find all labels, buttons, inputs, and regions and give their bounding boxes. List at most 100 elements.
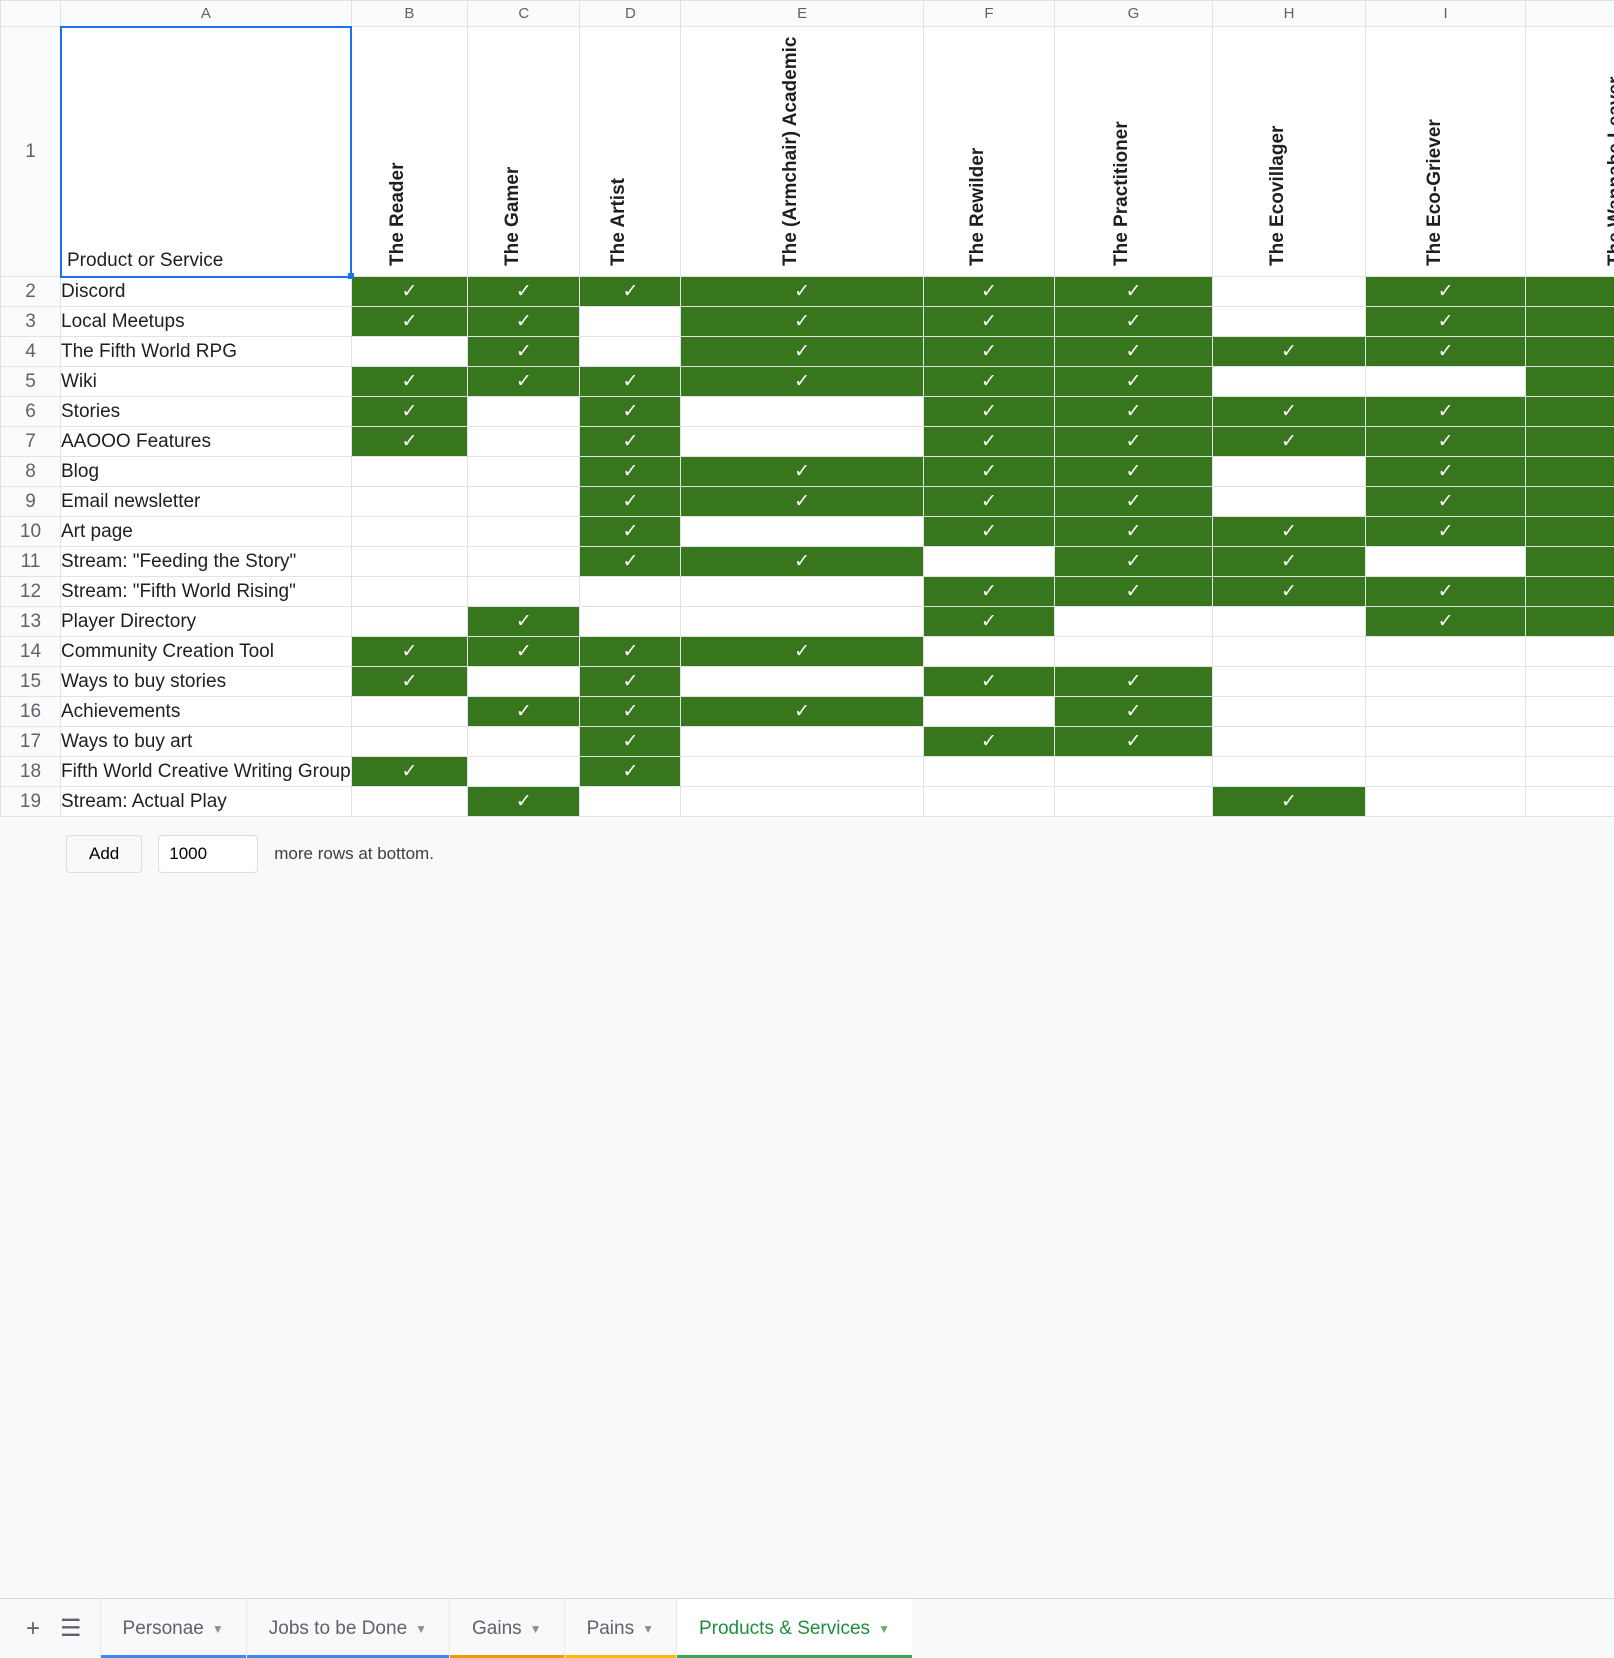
empty-cell[interactable] xyxy=(580,307,681,337)
checkmark-cell[interactable]: ✓ xyxy=(681,637,923,667)
checkmark-cell[interactable]: ✓ xyxy=(1055,577,1213,607)
empty-cell[interactable] xyxy=(681,427,923,457)
row-header-10[interactable]: 10 xyxy=(1,517,61,547)
checkmark-cell[interactable]: ✓ xyxy=(923,607,1054,637)
empty-cell[interactable] xyxy=(468,487,580,517)
empty-cell[interactable] xyxy=(1526,697,1614,727)
checkmark-cell[interactable]: ✓ xyxy=(1366,427,1526,457)
product-label-cell[interactable]: The Fifth World RPG xyxy=(61,337,352,367)
chevron-down-icon[interactable]: ▼ xyxy=(878,1622,890,1636)
empty-cell[interactable] xyxy=(1212,697,1365,727)
row-header-5[interactable]: 5 xyxy=(1,367,61,397)
empty-cell[interactable] xyxy=(923,637,1054,667)
empty-cell[interactable] xyxy=(1055,607,1213,637)
product-label-cell[interactable]: Ways to buy art xyxy=(61,727,352,757)
empty-cell[interactable] xyxy=(1212,727,1365,757)
empty-cell[interactable] xyxy=(1212,307,1365,337)
checkmark-cell[interactable]: ✓ xyxy=(468,307,580,337)
empty-cell[interactable] xyxy=(580,787,681,817)
empty-cell[interactable] xyxy=(468,757,580,787)
empty-cell[interactable] xyxy=(351,577,467,607)
checkmark-cell[interactable]: ✓ xyxy=(1212,427,1365,457)
empty-cell[interactable] xyxy=(1212,757,1365,787)
checkmark-cell[interactable]: ✓ xyxy=(1526,487,1614,517)
checkmark-cell[interactable]: ✓ xyxy=(923,277,1054,307)
empty-cell[interactable] xyxy=(681,727,923,757)
empty-cell[interactable] xyxy=(1366,697,1526,727)
checkmark-cell[interactable]: ✓ xyxy=(351,637,467,667)
row-header-18[interactable]: 18 xyxy=(1,757,61,787)
checkmark-cell[interactable]: ✓ xyxy=(923,727,1054,757)
checkmark-cell[interactable]: ✓ xyxy=(580,697,681,727)
checkmark-cell[interactable]: ✓ xyxy=(468,787,580,817)
checkmark-cell[interactable]: ✓ xyxy=(681,307,923,337)
checkmark-cell[interactable]: ✓ xyxy=(351,427,467,457)
empty-cell[interactable] xyxy=(1526,787,1614,817)
empty-cell[interactable] xyxy=(1212,607,1365,637)
checkmark-cell[interactable]: ✓ xyxy=(1366,517,1526,547)
checkmark-cell[interactable]: ✓ xyxy=(580,637,681,667)
chevron-down-icon[interactable]: ▼ xyxy=(642,1622,654,1636)
checkmark-cell[interactable]: ✓ xyxy=(1526,397,1614,427)
row-header-4[interactable]: 4 xyxy=(1,337,61,367)
checkmark-cell[interactable]: ✓ xyxy=(923,427,1054,457)
checkmark-cell[interactable]: ✓ xyxy=(1366,487,1526,517)
row-header-8[interactable]: 8 xyxy=(1,457,61,487)
sheet-tab-personae[interactable]: Personae▼ xyxy=(100,1599,246,1658)
empty-cell[interactable] xyxy=(351,457,467,487)
checkmark-cell[interactable]: ✓ xyxy=(681,277,923,307)
checkmark-cell[interactable]: ✓ xyxy=(351,757,467,787)
checkmark-cell[interactable]: ✓ xyxy=(681,337,923,367)
checkmark-cell[interactable]: ✓ xyxy=(1526,337,1614,367)
checkmark-cell[interactable]: ✓ xyxy=(923,367,1054,397)
row-header-3[interactable]: 3 xyxy=(1,307,61,337)
empty-cell[interactable] xyxy=(1366,757,1526,787)
persona-header[interactable]: The Wannabe Leaver xyxy=(1526,27,1614,277)
checkmark-cell[interactable]: ✓ xyxy=(580,757,681,787)
checkmark-cell[interactable]: ✓ xyxy=(1526,457,1614,487)
empty-cell[interactable] xyxy=(681,757,923,787)
checkmark-cell[interactable]: ✓ xyxy=(923,397,1054,427)
checkmark-cell[interactable]: ✓ xyxy=(1055,427,1213,457)
empty-cell[interactable] xyxy=(351,547,467,577)
checkmark-cell[interactable]: ✓ xyxy=(681,697,923,727)
persona-header[interactable]: The Practitioner xyxy=(1055,27,1213,277)
empty-cell[interactable] xyxy=(681,397,923,427)
empty-cell[interactable] xyxy=(468,517,580,547)
chevron-down-icon[interactable]: ▼ xyxy=(530,1622,542,1636)
product-label-cell[interactable]: Email newsletter xyxy=(61,487,352,517)
sheet-tab-pains[interactable]: Pains▼ xyxy=(564,1599,676,1658)
checkmark-cell[interactable]: ✓ xyxy=(923,307,1054,337)
sheet-tab-products-services[interactable]: Products & Services▼ xyxy=(676,1599,912,1658)
checkmark-cell[interactable]: ✓ xyxy=(1366,277,1526,307)
product-label-cell[interactable]: Community Creation Tool xyxy=(61,637,352,667)
checkmark-cell[interactable]: ✓ xyxy=(1526,577,1614,607)
empty-cell[interactable] xyxy=(468,397,580,427)
empty-cell[interactable] xyxy=(468,727,580,757)
row-header-1[interactable]: 1 xyxy=(1,27,61,277)
checkmark-cell[interactable]: ✓ xyxy=(468,337,580,367)
empty-cell[interactable] xyxy=(351,607,467,637)
empty-cell[interactable] xyxy=(681,577,923,607)
product-label-cell[interactable]: Wiki xyxy=(61,367,352,397)
row-header-6[interactable]: 6 xyxy=(1,397,61,427)
checkmark-cell[interactable]: ✓ xyxy=(1366,337,1526,367)
persona-header[interactable]: The (Armchair) Academic xyxy=(681,27,923,277)
empty-cell[interactable] xyxy=(468,547,580,577)
empty-cell[interactable] xyxy=(1212,367,1365,397)
checkmark-cell[interactable]: ✓ xyxy=(923,667,1054,697)
checkmark-cell[interactable]: ✓ xyxy=(580,427,681,457)
empty-cell[interactable] xyxy=(1366,787,1526,817)
product-label-cell[interactable]: Ways to buy stories xyxy=(61,667,352,697)
checkmark-cell[interactable]: ✓ xyxy=(1212,787,1365,817)
checkmark-cell[interactable]: ✓ xyxy=(580,547,681,577)
checkmark-cell[interactable]: ✓ xyxy=(1055,277,1213,307)
empty-cell[interactable] xyxy=(923,697,1054,727)
product-label-cell[interactable]: Discord xyxy=(61,277,352,307)
column-header-F[interactable]: F xyxy=(923,1,1054,27)
checkmark-cell[interactable]: ✓ xyxy=(923,337,1054,367)
checkmark-cell[interactable]: ✓ xyxy=(351,367,467,397)
row-header-14[interactable]: 14 xyxy=(1,637,61,667)
column-header-I[interactable]: I xyxy=(1366,1,1526,27)
checkmark-cell[interactable]: ✓ xyxy=(468,367,580,397)
